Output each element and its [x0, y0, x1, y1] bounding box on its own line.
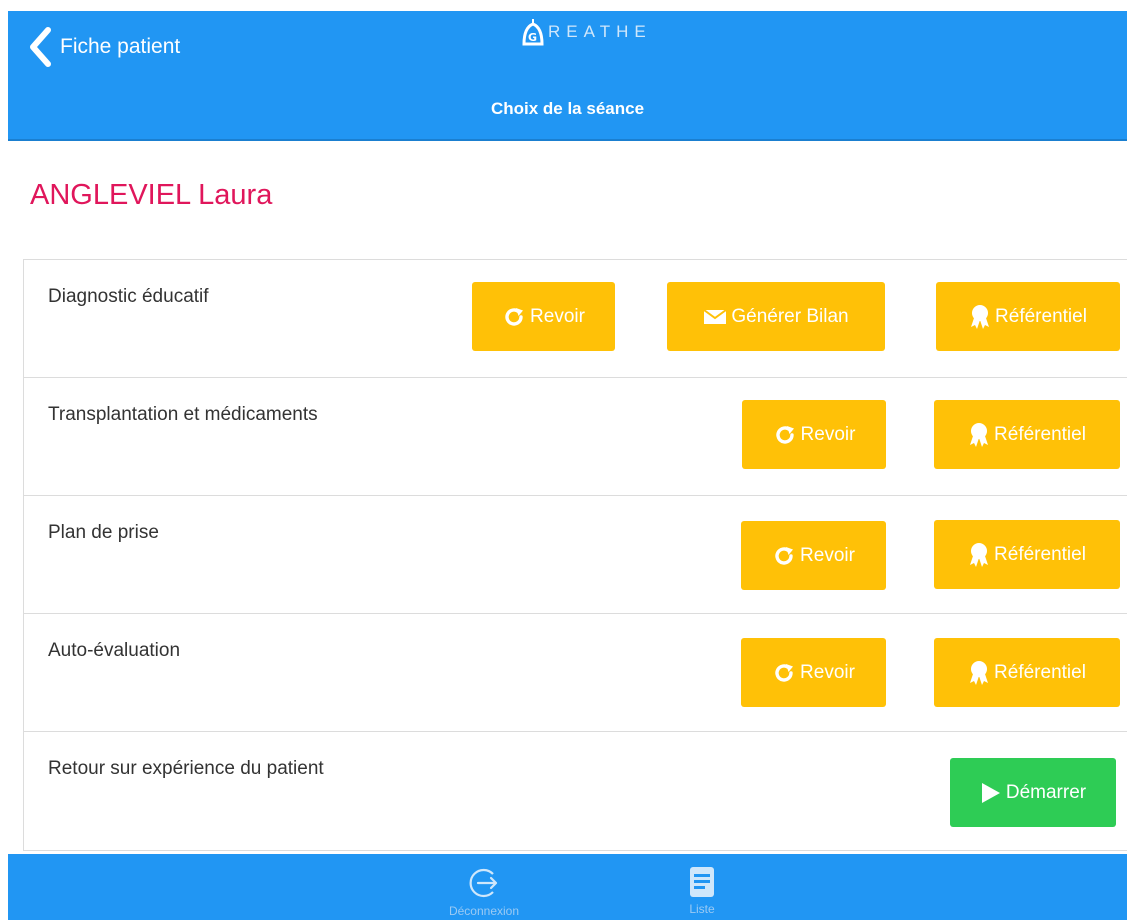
back-button[interactable]: Fiche patient [28, 27, 180, 67]
play-icon [981, 782, 1000, 803]
refresh-icon [505, 307, 524, 326]
review-button[interactable]: Revoir [472, 282, 615, 351]
session-label: Transplantation et médicaments [48, 404, 318, 425]
referential-button[interactable]: Référentiel [934, 520, 1120, 589]
start-button[interactable]: Démarrer [950, 758, 1116, 827]
award-icon [970, 542, 989, 567]
award-icon [970, 422, 989, 447]
patient-name: ANGLEVIEL Laura [30, 179, 273, 211]
nav-logout-label: Déconnexion [448, 904, 520, 918]
session-label: Plan de prise [48, 522, 159, 543]
referential-button[interactable]: Référentiel [934, 638, 1120, 707]
session-row-diagnostic: Diagnostic éducatif Revoir Générer Bilan [24, 260, 1127, 378]
top-app-bar: Fiche patient G REATHE Choix de la séanc… [8, 11, 1127, 141]
referential-button[interactable]: Référentiel [934, 400, 1120, 469]
nav-logout[interactable]: Déconnexion [414, 854, 554, 920]
session-row-plan: Plan de prise Revoir Référentiel [24, 496, 1127, 614]
generate-report-button[interactable]: Générer Bilan [667, 282, 885, 351]
referential-button[interactable]: Référentiel [936, 282, 1120, 351]
refresh-icon [775, 425, 794, 444]
svg-text:G: G [528, 31, 537, 44]
session-label: Diagnostic éducatif [48, 286, 209, 307]
session-row-feedback: Retour sur expérience du patient Démarre… [24, 732, 1127, 850]
award-icon [970, 660, 989, 685]
app-frame: Fiche patient G REATHE Choix de la séanc… [8, 11, 1127, 920]
logo-icon: G [522, 19, 544, 46]
app-logo: G REATHE [520, 17, 652, 47]
session-list: Diagnostic éducatif Revoir Générer Bilan [23, 259, 1127, 851]
review-button[interactable]: Revoir [742, 400, 886, 469]
session-row-self-evaluation: Auto-évaluation Revoir Référentiel [24, 614, 1127, 732]
refresh-icon [775, 663, 794, 682]
award-icon [971, 304, 990, 329]
logo-text: REATHE [548, 22, 652, 41]
nav-list-label: Liste [689, 902, 715, 916]
page-title: Choix de la séance [490, 99, 645, 118]
bottom-nav: Déconnexion Liste [8, 854, 1127, 920]
review-button[interactable]: Revoir [741, 638, 886, 707]
chevron-left-icon [30, 27, 51, 67]
list-icon [690, 867, 714, 897]
refresh-icon [775, 546, 794, 565]
nav-list[interactable]: Liste [632, 854, 772, 920]
session-label: Retour sur expérience du patient [48, 758, 324, 779]
session-row-transplantation: Transplantation et médicaments Revoir Ré… [24, 378, 1127, 496]
envelope-icon [703, 308, 727, 324]
review-button[interactable]: Revoir [741, 521, 886, 590]
session-label: Auto-évaluation [48, 640, 181, 661]
back-label: Fiche patient [60, 35, 181, 58]
logout-icon [469, 868, 498, 898]
